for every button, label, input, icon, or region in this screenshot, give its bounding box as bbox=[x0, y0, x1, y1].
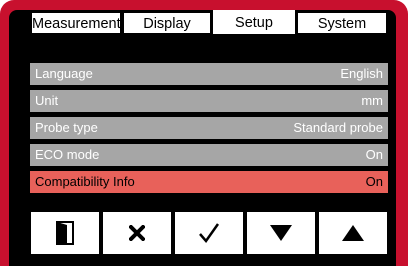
setting-label: Language bbox=[35, 66, 93, 81]
exit-door-icon bbox=[56, 221, 74, 245]
setting-row-language[interactable]: Language English bbox=[30, 63, 388, 85]
setting-label: Compatibility Info bbox=[35, 174, 135, 189]
cancel-x-icon bbox=[129, 225, 145, 241]
tab-system[interactable]: System bbox=[297, 12, 387, 34]
tab-setup[interactable]: Setup bbox=[213, 10, 295, 34]
setting-row-probe-type[interactable]: Probe type Standard probe bbox=[30, 117, 388, 139]
confirm-button[interactable] bbox=[175, 212, 243, 254]
tab-measurement[interactable]: Measurement bbox=[31, 12, 121, 34]
setting-value: On bbox=[365, 174, 383, 189]
exit-button[interactable] bbox=[31, 212, 99, 254]
cancel-button[interactable] bbox=[103, 212, 171, 254]
confirm-check-icon bbox=[199, 223, 220, 244]
setting-row-unit[interactable]: Unit mm bbox=[30, 90, 388, 112]
setting-row-compatibility-info[interactable]: Compatibility Info On bbox=[30, 171, 388, 193]
arrow-up-icon bbox=[342, 225, 364, 241]
setting-value: English bbox=[340, 66, 383, 81]
setting-label: Unit bbox=[35, 93, 59, 108]
setting-label: Probe type bbox=[35, 120, 98, 135]
tab-display[interactable]: Display bbox=[123, 12, 211, 34]
setting-value: mm bbox=[361, 93, 383, 108]
setting-value: On bbox=[365, 147, 383, 162]
down-button[interactable] bbox=[247, 212, 315, 254]
arrow-down-icon bbox=[270, 225, 292, 241]
setting-value: Standard probe bbox=[293, 120, 383, 135]
setting-label: ECO mode bbox=[35, 147, 100, 162]
setting-row-eco-mode[interactable]: ECO mode On bbox=[30, 144, 388, 166]
up-button[interactable] bbox=[319, 212, 387, 254]
